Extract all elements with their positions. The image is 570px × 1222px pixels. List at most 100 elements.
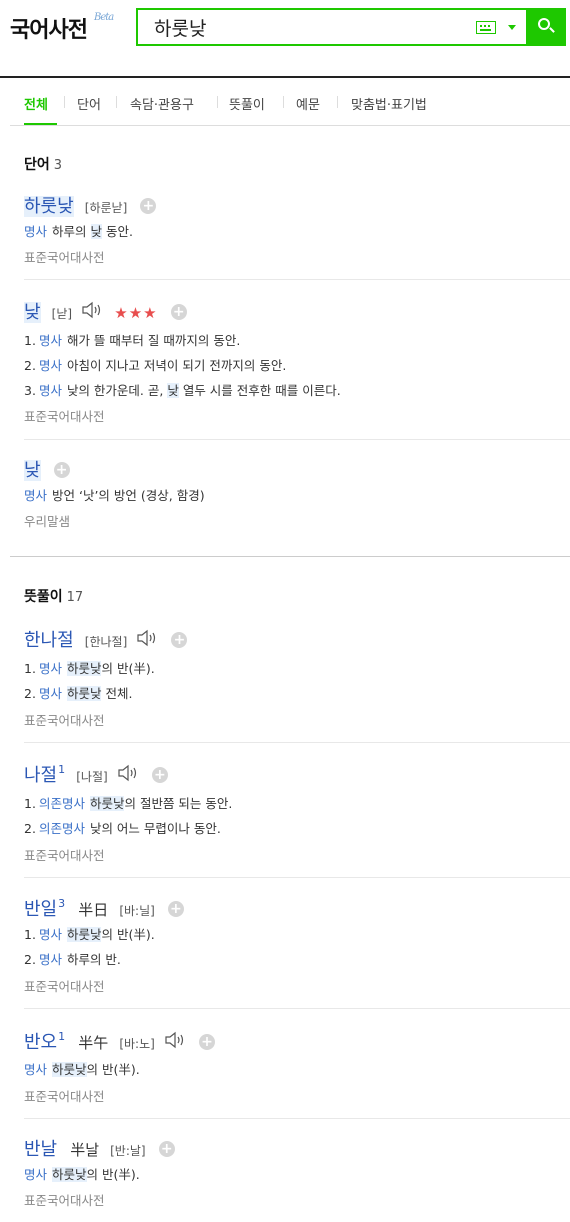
headword-link[interactable]: 낮 bbox=[24, 302, 41, 323]
homonym-number: 1 bbox=[58, 763, 66, 776]
speaker-icon[interactable] bbox=[117, 764, 139, 786]
source-dictionary[interactable]: 표준국어대사전 bbox=[24, 845, 105, 864]
add-to-wordbook-icon[interactable]: + bbox=[171, 631, 188, 648]
tab-words[interactable]: 단어 bbox=[77, 94, 101, 113]
definition-text: 의 절반쯤 되는 동안. bbox=[124, 796, 233, 811]
definition: 2. 명사 하룻낮 전체. bbox=[24, 683, 132, 702]
definition-number: 1. bbox=[24, 661, 36, 676]
divider bbox=[24, 877, 570, 878]
word-entry-heading: 하룻낮 [하룬낟] + bbox=[24, 192, 157, 218]
add-to-wordbook-icon[interactable]: + bbox=[158, 1140, 175, 1157]
search-input[interactable] bbox=[138, 10, 468, 44]
logo-text[interactable]: 국어사전 bbox=[10, 18, 88, 43]
definition-number: 2. bbox=[24, 686, 36, 701]
pronunciation: [하룬낟] bbox=[84, 201, 128, 215]
chevron-down-icon[interactable] bbox=[508, 25, 516, 30]
speaker-icon[interactable] bbox=[81, 301, 103, 323]
part-of-speech: 명사 bbox=[24, 224, 48, 239]
definition-text: 의 반(半). bbox=[86, 1167, 140, 1182]
section-title-words: 단어 3 bbox=[24, 154, 62, 174]
headword-link[interactable]: 한나절 bbox=[24, 630, 74, 651]
section-title-text: 뜻풀이 bbox=[24, 589, 63, 605]
headword-link[interactable]: 반오 bbox=[24, 1032, 57, 1053]
homonym-number: 1 bbox=[58, 1030, 66, 1043]
tab-divider bbox=[64, 96, 65, 108]
definition: 1. 의존명사 하룻낮의 절반쯤 되는 동안. bbox=[24, 793, 232, 812]
headword-link[interactable]: 반일 bbox=[24, 899, 57, 920]
beta-label: Beta bbox=[94, 12, 114, 23]
definition-text: 아침이 지나고 저녁이 되기 전까지의 동안. bbox=[66, 358, 287, 373]
part-of-speech: 명사 bbox=[24, 488, 48, 503]
tab-all[interactable]: 전체 bbox=[24, 94, 48, 113]
definition: 1. 명사 해가 뜰 때부터 질 때까지의 동안. bbox=[24, 330, 240, 349]
divider bbox=[24, 1118, 570, 1119]
definition-number: 2. bbox=[24, 358, 36, 373]
tab-divider bbox=[337, 96, 338, 108]
highlight-term: 하룻낮 bbox=[66, 686, 102, 701]
headword-link[interactable]: 반날 bbox=[24, 1139, 57, 1160]
add-to-wordbook-icon[interactable]: + bbox=[199, 1033, 216, 1050]
source-dictionary[interactable]: 우리말샘 bbox=[24, 511, 70, 530]
definition-text: 하루의 bbox=[52, 224, 91, 239]
source-dictionary[interactable]: 표준국어대사전 bbox=[24, 1086, 105, 1105]
logo[interactable]: 국어사전 Beta bbox=[10, 12, 114, 44]
definition: 명사 방언 ‘낫’의 방언 (경상, 함경) bbox=[24, 485, 205, 504]
definition: 1. 명사 하룻낮의 반(半). bbox=[24, 924, 155, 943]
headword-link[interactable]: 낮 bbox=[24, 460, 41, 481]
part-of-speech: 명사 bbox=[38, 927, 62, 942]
highlight-term: 낮 bbox=[167, 383, 179, 398]
tab-meanings[interactable]: 뜻풀이 bbox=[229, 94, 265, 113]
definition-number: 1. bbox=[24, 927, 36, 942]
speaker-icon[interactable] bbox=[164, 1031, 186, 1053]
source-dictionary[interactable]: 표준국어대사전 bbox=[24, 710, 105, 729]
speaker-icon[interactable] bbox=[136, 629, 158, 651]
definition-text: 낮의 어느 무렵이나 동안. bbox=[89, 821, 221, 836]
divider bbox=[24, 742, 570, 743]
search-button[interactable] bbox=[526, 8, 566, 46]
add-to-wordbook-icon[interactable]: + bbox=[53, 461, 70, 478]
source-dictionary[interactable]: 표준국어대사전 bbox=[24, 247, 105, 266]
definition-text: 의 반(半). bbox=[101, 661, 155, 676]
word-entry-heading: 반오1 半午 [바:노] + bbox=[24, 1028, 216, 1055]
word-entry-heading: 반날 半날 [반:날] + bbox=[24, 1135, 175, 1161]
part-of-speech: 명사 bbox=[24, 1062, 48, 1077]
keyboard-icon[interactable] bbox=[476, 21, 496, 34]
pronunciation: [바:노] bbox=[119, 1037, 155, 1051]
definition: 2. 명사 하루의 반. bbox=[24, 949, 121, 968]
add-to-wordbook-icon[interactable]: + bbox=[170, 303, 187, 320]
source-dictionary[interactable]: 표준국어대사전 bbox=[24, 976, 105, 995]
add-to-wordbook-icon[interactable]: + bbox=[151, 766, 168, 783]
definition-text: 낮의 한가운데. 곧, bbox=[66, 383, 168, 398]
word-entry-heading: 낮 [낟] ★★★ + bbox=[24, 298, 187, 325]
tab-bar: 전체 단어 속담·관용구 뜻풀이 예문 맞춤법·표기법 bbox=[10, 78, 570, 126]
word-entry-heading: 반일3 半日 [바:닐] + bbox=[24, 895, 184, 921]
tab-idioms[interactable]: 속담·관용구 bbox=[130, 94, 194, 113]
source-dictionary[interactable]: 표준국어대사전 bbox=[24, 406, 105, 425]
definition: 명사 하룻낮의 반(半). bbox=[24, 1059, 140, 1078]
active-tab-indicator bbox=[24, 123, 57, 125]
headword-link[interactable]: 하룻낮 bbox=[24, 196, 74, 217]
definition: 1. 명사 하룻낮의 반(半). bbox=[24, 658, 155, 677]
source-dictionary[interactable]: 표준국어대사전 bbox=[24, 1190, 105, 1209]
definition-number: 3. bbox=[24, 383, 36, 398]
word-entry-heading: 한나절 [한나절] + bbox=[24, 626, 188, 653]
part-of-speech: 명사 bbox=[24, 1167, 48, 1182]
part-of-speech: 명사 bbox=[38, 661, 62, 676]
definition-text: 전체. bbox=[101, 686, 133, 701]
definition-number: 1. bbox=[24, 333, 36, 348]
add-to-wordbook-icon[interactable]: + bbox=[140, 197, 157, 214]
highlight-term: 하룻낮 bbox=[52, 1062, 87, 1077]
part-of-speech: 명사 bbox=[38, 383, 62, 398]
word-entry-heading: 낮 + bbox=[24, 456, 70, 482]
section-count: 17 bbox=[66, 590, 84, 605]
part-of-speech: 의존명사 bbox=[38, 796, 85, 811]
definition-text: 동안. bbox=[102, 224, 133, 239]
tab-examples[interactable]: 예문 bbox=[296, 94, 320, 113]
highlight-term: 하룻낮 bbox=[66, 927, 102, 942]
tab-spelling[interactable]: 맞춤법·표기법 bbox=[351, 94, 427, 113]
definition: 명사 하룻낮의 반(半). bbox=[24, 1164, 140, 1183]
add-to-wordbook-icon[interactable]: + bbox=[167, 900, 184, 917]
headword-link[interactable]: 나절 bbox=[24, 765, 57, 786]
definition: 명사 하루의 낮 동안. bbox=[24, 221, 133, 240]
part-of-speech: 명사 bbox=[38, 952, 62, 967]
